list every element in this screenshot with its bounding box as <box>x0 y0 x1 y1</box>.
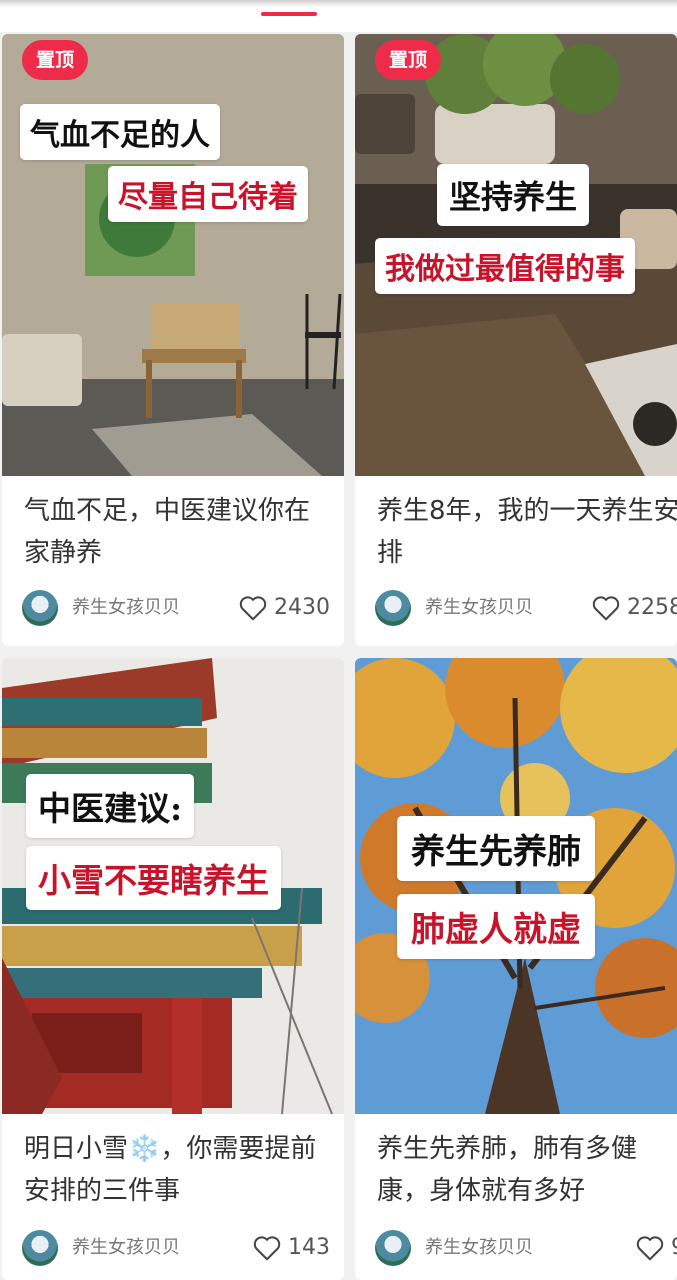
like-count: 143 <box>288 1235 330 1260</box>
author-name[interactable]: 养生女孩贝贝 <box>72 590 180 626</box>
pinned-badge: 置顶 <box>375 40 442 80</box>
cover-photo-autumn-tree <box>355 658 677 1114</box>
cover-caption-line-1: 养生先养肺 <box>397 816 595 881</box>
note-meta: 养生女孩贝贝 2258 <box>375 590 677 626</box>
note-card-1[interactable]: 置顶 气血不足的人 尽量自己待着 气血不足，中医建议你在家静养 养生女孩贝贝 2… <box>2 34 344 646</box>
note-cover-image[interactable]: 养生先养肺 肺虚人就虚 <box>355 658 677 1114</box>
heart-outline-icon[interactable] <box>635 1234 665 1262</box>
like-count: 92 <box>671 1230 677 1266</box>
note-meta: 养生女孩贝贝 92 <box>375 1230 677 1266</box>
like-count: 2258 <box>627 595 677 620</box>
note-card-4[interactable]: 养生先养肺 肺虚人就虚 养生先养肺，肺有多健康，身体就有多好 养生女孩贝贝 92 <box>355 658 677 1280</box>
note-meta: 养生女孩贝贝 143 <box>22 1230 342 1266</box>
heart-outline-icon[interactable] <box>252 1234 282 1262</box>
cover-caption-line-1: 坚持养生 <box>437 164 590 226</box>
heart-outline-icon[interactable] <box>591 594 621 622</box>
tab-bar-shadow <box>0 0 677 7</box>
author-name[interactable]: 养生女孩贝贝 <box>425 1230 533 1266</box>
author-avatar[interactable] <box>22 590 58 626</box>
cover-caption-line-2: 我做过最值得的事 <box>375 238 635 294</box>
author-avatar[interactable] <box>375 590 411 626</box>
top-tab-bar <box>0 0 677 32</box>
pinned-badge: 置顶 <box>22 40 89 80</box>
author-name[interactable]: 养生女孩贝贝 <box>425 590 533 626</box>
note-title[interactable]: 明日小雪❄️，你需要提前安排的三件事 <box>24 1128 334 1212</box>
note-meta: 养生女孩贝贝 2430 <box>22 590 342 626</box>
heart-outline-icon[interactable] <box>238 594 268 622</box>
cover-caption-line-1: 中医建议: <box>26 774 195 838</box>
cover-caption-line-2: 小雪不要瞎养生 <box>26 846 281 910</box>
author-name[interactable]: 养生女孩贝贝 <box>72 1230 180 1266</box>
author-avatar[interactable] <box>375 1230 411 1266</box>
cover-photo-room <box>2 34 344 476</box>
note-title[interactable]: 气血不足，中医建议你在家静养 <box>24 490 334 574</box>
cover-caption-line-2: 尽量自己待着 <box>108 166 308 222</box>
like-count: 2430 <box>274 595 330 620</box>
cover-caption-line-2: 肺虚人就虚 <box>397 894 595 959</box>
author-avatar[interactable] <box>22 1230 58 1266</box>
note-cover-image[interactable]: 置顶 气血不足的人 尽量自己待着 <box>2 34 344 476</box>
note-card-3[interactable]: 中医建议: 小雪不要瞎养生 明日小雪❄️，你需要提前安排的三件事 养生女孩贝贝 … <box>2 658 344 1280</box>
note-cover-image[interactable]: 中医建议: 小雪不要瞎养生 <box>2 658 344 1114</box>
note-cover-image[interactable]: 置顶 坚持养生 我做过最值得的事 <box>355 34 677 476</box>
note-title[interactable]: 养生8年，我的一天养生安排 <box>377 490 677 574</box>
note-title[interactable]: 养生先养肺，肺有多健康，身体就有多好 <box>377 1128 677 1212</box>
note-card-2[interactable]: 置顶 坚持养生 我做过最值得的事 养生8年，我的一天养生安排 养生女孩贝贝 22… <box>355 34 677 646</box>
active-tab-indicator <box>261 12 317 16</box>
cover-caption-line-1: 气血不足的人 <box>20 104 220 160</box>
